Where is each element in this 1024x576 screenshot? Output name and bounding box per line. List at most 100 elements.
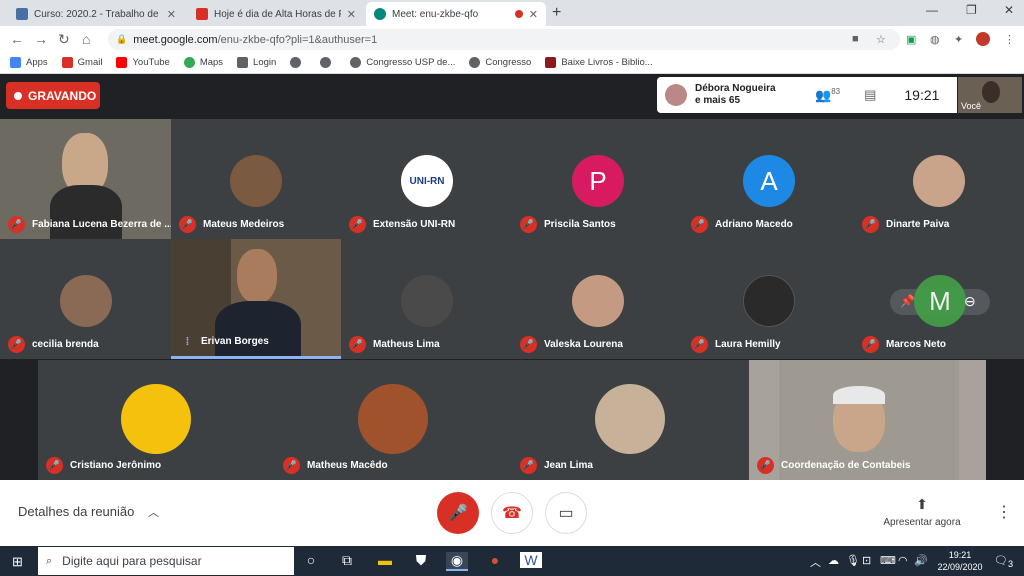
bookmark-congresso-usp[interactable]: Congresso USP de... [350,57,455,68]
participant-tile[interactable]: 🎤 Dinarte Paiva [854,119,1024,239]
address-bar[interactable]: 🔒 meet.google.com /enu-zkbe-qfo?pli=1&au… [108,29,900,50]
participant-tile-speaking[interactable]: ⁞ Erivan Borges [171,239,341,359]
meeting-clock: 19:21 [904,87,940,103]
forward-icon[interactable]: → [34,31,48,47]
file-explorer-icon[interactable]: ▬ [374,552,396,568]
bookmark-label: YouTube [132,57,170,68]
network-tray-icon[interactable]: ⊡ [862,554,871,567]
back-icon[interactable]: ← [10,31,24,47]
participant-tile[interactable]: 🎤 Cristiano Jerônimo [38,360,275,480]
cloud-icon[interactable]: ☁ [828,554,839,567]
profile-avatar[interactable] [976,32,990,46]
participant-name: Mateus Medeiros [203,219,285,230]
close-tab-icon[interactable]: ✕ [529,8,538,21]
cortana-icon[interactable]: ○ [300,552,322,568]
wifi-icon[interactable]: ◠ [898,554,908,567]
store-icon[interactable]: ⛊ [410,552,432,569]
participant-nametag: 🎤 cecilia brenda [8,336,99,353]
bookmark-globe-2[interactable] [320,57,336,68]
bookmark-label: Maps [199,57,224,68]
participant-tile[interactable]: 🎤 Coordenação de Contabeis [749,360,986,480]
minimize-icon[interactable]: — [926,3,938,17]
maps-pin-icon [183,57,195,68]
participant-tile-hover[interactable]: 📌 M ⊖ 🎤 Marcos Neto [854,239,1024,359]
participant-nametag: 🎤 Priscila Santos [520,216,616,233]
participants-button[interactable]: 👥83 [815,87,840,103]
camera-indicator-icon[interactable]: ■ [852,33,859,45]
participant-tile[interactable]: 🎤 Matheus Lima [341,239,512,359]
bookmark-gmail[interactable]: Gmail [61,57,103,68]
close-tab-icon[interactable]: ✕ [347,8,356,21]
participant-avatar [358,384,428,454]
bookmark-congresso[interactable]: Congresso [469,57,531,68]
tab-title: Curso: 2020.2 - Trabalho de Conc [34,8,161,20]
participant-nametag: ⁞ Erivan Borges [179,333,269,350]
close-window-icon[interactable]: ✕ [1004,3,1014,17]
participant-tile[interactable]: P 🎤 Priscila Santos [512,119,683,239]
taskbar-search-input[interactable]: ⌕ Digite aqui para pesquisar [38,547,294,575]
participant-tile[interactable]: 🎤 Mateus Medeiros [171,119,341,239]
tab-curso[interactable]: Curso: 2020.2 - Trabalho de Conc ✕ [8,2,184,26]
windows-start-icon[interactable]: ⊞ [12,554,23,570]
people-icon: 👥 [815,87,832,103]
letter-avatar: A [743,155,795,207]
powerpoint-icon[interactable]: ● [484,552,506,568]
participant-tile[interactable]: 🎤 Laura Hemilly [683,239,854,359]
participant-tile[interactable]: 🎤 Jean Lima [512,360,749,480]
bookmark-globe-1[interactable] [290,57,306,68]
participant-nametag: 🎤 Matheus Lima [349,336,440,353]
chrome-taskbar-icon[interactable]: ◉ [446,552,468,571]
avatar-letter: P [589,165,607,196]
task-view-icon[interactable]: ⧉ [336,552,358,569]
extensions-puzzle-icon[interactable]: ✦ [954,33,963,46]
home-icon[interactable]: ⌂ [82,31,90,47]
keyboard-tray-icon[interactable]: ⌨ [880,554,896,567]
self-view-tile[interactable]: Você [958,77,1022,113]
tab-hoje[interactable]: Hoje é dia de Alta Horas de Papo ✕ [188,2,364,26]
notifications-icon[interactable]: 🗨3 [994,554,1013,569]
participant-nametag: 🎤 Valeska Lourena [520,336,623,353]
reload-icon[interactable]: ↻ [58,31,70,48]
mic-off-icon: 🎤 [8,216,25,233]
meet-favicon-icon [374,8,386,20]
participant-tile[interactable]: 🎤 Fabiana Lucena Bezerra de ... [0,119,171,239]
bookmark-star-icon[interactable]: ☆ [876,33,886,46]
pin-icon[interactable]: 📌 [900,294,915,308]
bookmark-apps[interactable]: Apps [10,57,48,68]
maximize-icon[interactable]: ❐ [966,3,977,17]
participant-tile[interactable]: 🎤 cecilia brenda [0,239,171,359]
participant-avatar [595,384,665,454]
bookmark-youtube[interactable]: YouTube [116,57,170,68]
taskbar-clock[interactable]: 19:21 22/09/2020 [930,549,990,573]
bookmark-baixe-livros[interactable]: Baixe Livros - Biblio... [545,57,653,68]
chat-button[interactable]: ▤ [864,87,876,103]
extension-icon[interactable]: ▣ [906,33,916,46]
remove-icon[interactable]: ⊖ [964,293,976,310]
participant-tile[interactable]: UNI-RN 🎤 Extensão UNI-RN [341,119,512,239]
word-icon[interactable]: W [520,552,542,568]
tray-chevron-icon[interactable]: ︿ [810,554,821,570]
menu-kebab-icon[interactable]: ⋮ [1004,33,1015,46]
participant-tile[interactable]: A 🎤 Adriano Macedo [683,119,854,239]
meeting-details-button[interactable]: Detalhes da reunião ︿ [18,504,159,520]
bookmark-login[interactable]: Login [237,57,276,68]
microphone-tray-icon[interactable]: 🎙 [846,554,860,567]
bookmark-label: Gmail [77,57,103,68]
extension-icon[interactable]: ◍ [930,33,940,46]
leave-call-button[interactable]: ☎ [491,492,533,534]
globe-icon [350,57,362,68]
present-now-button[interactable]: ⬆ Apresentar agora [872,496,972,528]
avatar-letter: M [929,285,951,316]
close-tab-icon[interactable]: ✕ [167,8,176,21]
bookmark-maps[interactable]: Maps [183,57,224,68]
participant-tile[interactable]: 🎤 Matheus Macêdo [275,360,512,480]
camera-icon: ▭ [558,505,574,522]
toggle-mic-button[interactable]: 🎤 [437,492,479,534]
tab-meet[interactable]: Meet: enu-zkbe-qfo ✕ [366,2,546,26]
more-options-icon[interactable]: ⋮ [996,502,1012,522]
volume-icon[interactable]: 🔊 [914,554,928,567]
participant-name: Matheus Macêdo [307,460,388,471]
participant-tile[interactable]: 🎤 Valeska Lourena [512,239,683,359]
new-tab-button[interactable]: + [552,4,561,22]
toggle-camera-button[interactable]: ▭ [545,492,587,534]
